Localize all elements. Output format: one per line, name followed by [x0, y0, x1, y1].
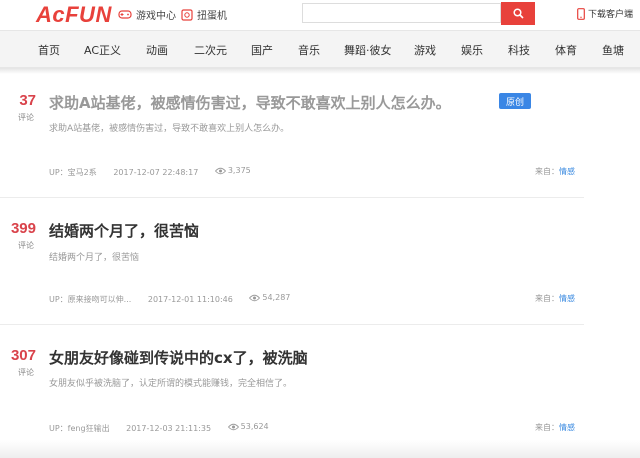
nav-item-acg[interactable]: 二次元 [194, 42, 227, 58]
game-center-link[interactable]: 游戏中心 [118, 7, 176, 22]
channel-link[interactable]: 情感 [559, 294, 575, 303]
view-count-value: 53,624 [240, 422, 269, 431]
gacha-label: 扭蛋机 [197, 11, 227, 22]
nav-item-domestic[interactable]: 国产 [251, 42, 273, 58]
nav-item-games[interactable]: 游戏 [414, 42, 436, 58]
article-meta: UP：feng狂输出 2017-12-03 21:11:35 53,624 [49, 422, 297, 434]
article-meta: UP：原来接吻可以伸... 2017-12-01 11:10:46 54,287 [49, 293, 318, 305]
eye-icon [249, 294, 261, 301]
phone-icon [577, 7, 585, 20]
comment-count: 307 [10, 347, 36, 364]
nav-item-music[interactable]: 音乐 [298, 42, 320, 58]
search-button[interactable] [501, 2, 535, 25]
gacha-machine-icon [181, 8, 193, 21]
nav-item-entertainment[interactable]: 娱乐 [461, 42, 483, 58]
channel-nav: 首页 AC正义 动画 二次元 国产 音乐 舞蹈·彼女 游戏 娱乐 科技 体育 鱼… [0, 30, 640, 68]
nav-item-home[interactable]: 首页 [38, 42, 60, 58]
nav-item-sports[interactable]: 体育 [555, 42, 577, 58]
download-label: 下载客户端 [588, 10, 634, 20]
comment-count-label: 评论 [18, 368, 34, 377]
search-icon [512, 8, 524, 19]
comment-count-label: 评论 [18, 113, 34, 122]
article-description: 结婚两个月了，很苦恼 [49, 253, 140, 263]
article-source: 来自：情感 [535, 166, 575, 177]
download-client-link[interactable]: 下载客户端 [577, 7, 633, 20]
gacha-link[interactable]: 扭蛋机 [181, 7, 227, 22]
channel-link[interactable]: 情感 [559, 167, 575, 176]
article-source: 来自：情感 [535, 422, 575, 433]
nav-shadow [0, 68, 640, 74]
article-meta: UP：宝马2系 2017-12-07 22:48:17 3,375 [49, 166, 279, 178]
nav-item-dance[interactable]: 舞蹈·彼女 [344, 42, 392, 58]
comment-count-label: 评论 [18, 241, 34, 250]
nav-item-tech[interactable]: 科技 [508, 42, 530, 58]
post-datetime: 2017-12-07 22:48:17 [113, 167, 199, 177]
from-label: 来自： [535, 167, 559, 176]
article-title[interactable]: 求助A站基佬，被感情伤害过，导致不敢喜欢上别人怎么办。 [49, 92, 451, 113]
divider [0, 197, 584, 198]
article-title[interactable]: 结婚两个月了，很苦恼 [49, 220, 199, 241]
top-bar: AcFUN 游戏中心 扭蛋机 下载客户端 [0, 0, 640, 30]
view-count: 54,287 [249, 293, 304, 302]
uploader-link[interactable]: UP：原来接吻可以伸... [49, 295, 131, 304]
post-datetime: 2017-12-03 21:11:35 [126, 423, 212, 433]
article-title[interactable]: 女朋友好像碰到传说中的cx了，被洗脑 [49, 347, 308, 368]
comment-count: 399 [10, 220, 36, 237]
nav-item-fishpond[interactable]: 鱼塘 [602, 42, 624, 58]
bottom-fade [0, 440, 640, 458]
from-label: 来自： [535, 423, 559, 432]
post-datetime: 2017-12-01 11:10:46 [147, 294, 233, 304]
article-source: 来自：情感 [535, 293, 575, 304]
view-count-value: 3,375 [227, 166, 251, 175]
game-center-label: 游戏中心 [136, 11, 176, 22]
view-count-value: 54,287 [262, 293, 291, 302]
eye-icon [227, 423, 239, 430]
nav-item-ac-justice[interactable]: AC正义 [84, 42, 121, 58]
gamepad-icon [118, 10, 132, 19]
original-badge: 原创 [499, 93, 531, 109]
comment-count: 37 [19, 92, 36, 109]
view-count: 3,375 [214, 166, 265, 175]
uploader-link[interactable]: UP：feng狂输出 [49, 424, 110, 433]
uploader-link[interactable]: UP：宝马2系 [49, 168, 97, 177]
search-input[interactable] [302, 3, 501, 23]
from-label: 来自： [535, 294, 559, 303]
view-count: 53,624 [227, 422, 283, 431]
article-description: 求助A站基佬，被感情伤害过，导致不敢喜欢上别人怎么办。 [49, 124, 290, 134]
article-description: 女朋友似乎被洗脑了，认定所谓的模式能赚钱，完全相信了。 [49, 379, 293, 389]
eye-icon [214, 167, 226, 174]
channel-link[interactable]: 情感 [559, 423, 575, 432]
nav-item-anime[interactable]: 动画 [146, 42, 168, 58]
acfun-logo[interactable]: AcFUN [36, 2, 112, 28]
divider [0, 324, 584, 325]
